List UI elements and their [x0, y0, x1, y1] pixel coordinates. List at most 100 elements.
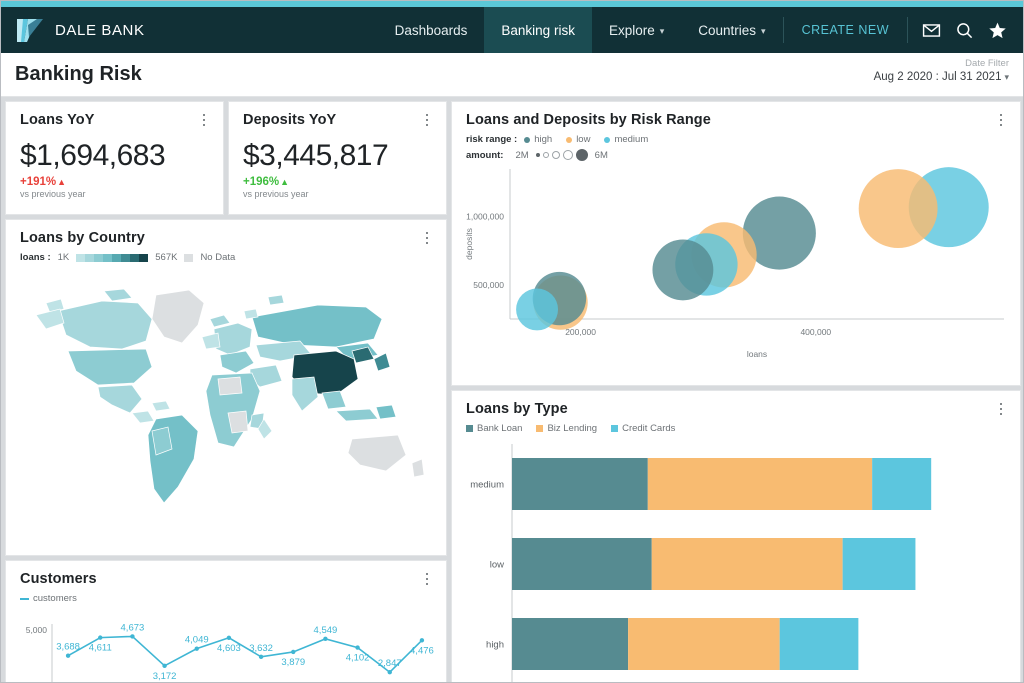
legend-square-swatch [611, 425, 619, 432]
card-menu-button[interactable] [994, 401, 1008, 417]
bubble-size-key: amount: [466, 149, 504, 161]
svg-text:3,688: 3,688 [56, 642, 80, 653]
svg-text:loans: loans [747, 349, 767, 359]
chevron-down-icon: ▾ [1004, 72, 1009, 82]
card-title: Deposits YoY [243, 112, 337, 128]
create-new-button[interactable]: CREATE NEW [784, 7, 907, 53]
svg-text:4,673: 4,673 [121, 622, 145, 633]
kpi-card-loans-yoy: Loans YoY $1,694,683 +191%▲ vs previous … [5, 101, 224, 215]
legend-label: medium [614, 134, 649, 145]
trend-up-icon: ▲ [280, 177, 290, 187]
svg-text:high: high [486, 640, 504, 651]
svg-text:medium: medium [470, 480, 504, 491]
svg-text:3,879: 3,879 [281, 657, 305, 668]
nav-item-explore[interactable]: Explore ▾ [592, 7, 681, 53]
svg-text:1,000,000: 1,000,000 [466, 212, 504, 222]
kpi-value: $3,445,817 [243, 139, 389, 172]
legend-item-high[interactable]: high [524, 134, 552, 145]
kpi-card-deposits-yoy: Deposits YoY $3,445,817 +196%▲ vs previo… [228, 101, 447, 215]
map-legend-min: 1K [57, 252, 70, 263]
brand-name: DALE BANK [55, 21, 145, 39]
trend-up-icon: ▲ [57, 177, 67, 187]
card-menu-button[interactable] [994, 112, 1008, 128]
svg-text:4,102: 4,102 [346, 653, 370, 664]
card-header: Loans by Country [6, 220, 446, 246]
legend-square-swatch [466, 425, 473, 432]
date-filter[interactable]: Date Filter Aug 2 2020 : Jul 31 2021 ▾ [874, 58, 1009, 84]
legend-item-low[interactable]: low [566, 134, 590, 145]
customers-line-chart[interactable]: 05,0003,6884,6114,6733,1724,0494,6033,63… [6, 604, 446, 683]
card-menu-button[interactable] [420, 112, 434, 128]
nav-item-label: Explore [608, 22, 655, 38]
card-menu-button[interactable] [420, 230, 434, 246]
date-filter-label: Date Filter [965, 58, 1009, 69]
legend-label: low [576, 134, 591, 145]
svg-text:3,632: 3,632 [249, 643, 273, 654]
card-title: Loans by Type [466, 401, 568, 417]
legend-item-bank-loan[interactable]: Bank Loan [466, 423, 522, 434]
date-filter-value: Aug 2 2020 : Jul 31 2021 [873, 71, 1002, 83]
nav-item-dashboards[interactable]: Dashboards [378, 7, 485, 53]
bubble-size-min: 2M [515, 149, 529, 161]
legend-item-credit-cards[interactable]: Credit Cards [611, 423, 675, 434]
kpi-value: $1,694,683 [20, 139, 166, 172]
page-header: Banking Risk Date Filter Aug 2 2020 : Ju… [1, 53, 1023, 97]
nav-item-label: Dashboards [394, 22, 468, 38]
map-legend-key: loans : [20, 252, 51, 263]
legend-dot-swatch [524, 136, 531, 143]
svg-text:500,000: 500,000 [473, 280, 504, 290]
legend-label: customers [33, 593, 77, 604]
create-new-label: CREATE NEW [801, 23, 889, 37]
svg-text:400,000: 400,000 [800, 327, 831, 337]
svg-text:low: low [490, 560, 504, 571]
card-menu-button[interactable] [420, 571, 434, 587]
legend-dot-swatch [604, 136, 611, 143]
bubble-size-legend: amount: 2M 6M [452, 145, 1020, 161]
map-legend-gradient [76, 253, 149, 262]
legend-dot-swatch [566, 136, 573, 143]
map-legend-nodata-swatch [184, 253, 194, 262]
loans-deposits-bubble-chart[interactable]: 500,000 1,000,000 200,000 400,000 deposits lo… [452, 161, 1020, 373]
loans-by-type-bar-chart[interactable]: mediumlowhigh0500,0001,000,000 [452, 434, 1020, 683]
bubble-color-legend: risk range : high low medium [452, 128, 1020, 145]
top-navigation-bar: DALE BANK Dashboards Banking risk Explor… [1, 7, 1023, 53]
bubble-size-max: 6M [594, 149, 608, 161]
search-icon[interactable] [955, 21, 974, 40]
nav-item-label: Banking risk [501, 22, 575, 38]
kpi-subtitle: vs previous year [20, 189, 86, 199]
nav-item-banking-risk[interactable]: Banking risk [484, 7, 592, 53]
type-legend: Bank Loan Biz Lending Credit Cards [452, 417, 1020, 434]
legend-line-swatch [20, 597, 29, 600]
svg-text:4,611: 4,611 [89, 643, 112, 654]
brand[interactable]: DALE BANK [1, 7, 145, 53]
legend-label: Bank Loan [477, 423, 523, 434]
map-legend-max: 567K [155, 252, 178, 263]
legend-item-customers[interactable]: customers [20, 593, 77, 604]
map-legend-nodata-label: No Data [200, 252, 236, 263]
dashboard-grid: Loans YoY $1,694,683 +191%▲ vs previous … [1, 97, 1023, 683]
line-chart-card-customers: Customers customers 05,0003,6884,6114,67… [5, 560, 447, 683]
card-title: Loans YoY [20, 112, 95, 128]
nav-item-label: Countries [698, 22, 757, 38]
bubble-legend-key: risk range : [466, 134, 518, 145]
card-header: Deposits YoY [229, 102, 446, 128]
legend-label: high [534, 134, 553, 145]
chevron-down-icon: ▾ [761, 25, 766, 36]
mail-icon[interactable] [922, 21, 941, 40]
world-choropleth-map[interactable] [6, 263, 446, 533]
legend-label: Credit Cards [622, 423, 676, 434]
kpi-delta-value: +196% [243, 176, 280, 188]
svg-text:5,000: 5,000 [26, 625, 48, 635]
card-header: Loans YoY [6, 102, 223, 128]
page-title: Banking Risk [15, 63, 142, 85]
legend-item-medium[interactable]: medium [604, 134, 648, 145]
dashboard-app: DALE BANK Dashboards Banking risk Explor… [0, 0, 1024, 683]
legend-item-biz-lending[interactable]: Biz Lending [536, 423, 597, 434]
nav-item-countries[interactable]: Countries ▾ [681, 7, 782, 53]
card-header: Customers [6, 561, 446, 587]
customers-legend: customers [6, 587, 446, 604]
bubble-chart-card-loans-deposits: Loans and Deposits by Risk Range risk ra… [451, 101, 1021, 386]
star-icon[interactable] [988, 21, 1007, 40]
card-menu-button[interactable] [197, 112, 211, 128]
